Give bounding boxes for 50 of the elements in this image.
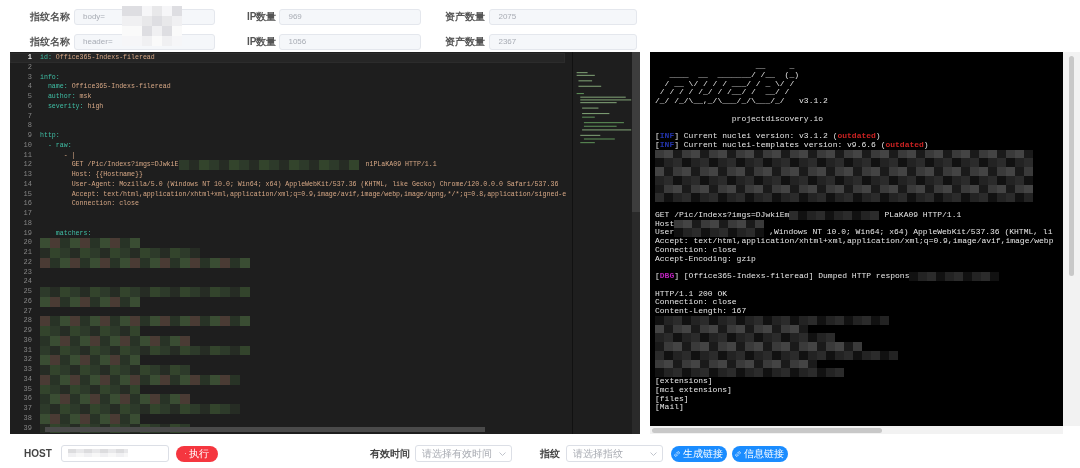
host-field[interactable] (60, 445, 169, 462)
scrollbar[interactable] (650, 426, 1063, 434)
terminal-line: [files] (655, 394, 689, 403)
field-label: 资产数量 (445, 34, 486, 49)
link-icon (735, 450, 742, 457)
chevron-down-icon (649, 451, 657, 456)
terminal-line: HTTP/1.1 200 OK (655, 289, 727, 299)
scrollbar[interactable] (1063, 52, 1080, 426)
terminal-line: __ _ (754, 62, 795, 71)
link-icon (674, 450, 681, 457)
minimap-drawing[interactable] (572, 52, 633, 434)
scrollbar[interactable] (632, 52, 640, 434)
field-label: IP数量 (247, 34, 277, 49)
field-label: 资产数量 (445, 9, 486, 24)
terminal-line: [INF] Current nuclei-templates version: v9.6.6 (outdated) (655, 140, 929, 150)
pixelated-mosaic-drawing (67, 449, 128, 458)
field-label: 有效时间 (369, 446, 410, 461)
terminal-line: ____ __ _______/ /__ (_) (668, 70, 800, 80)
terminal-line: ,Windows NT 10.0; Win64; x64) AppleWebKit/537.36 (KHTML, li (769, 228, 1053, 237)
terminal-line: Accept-Encoding: gzip (655, 254, 756, 264)
terminal-line: [DBG] [Office365-Indexs-fileread] Dumped HTTP respons (655, 272, 910, 281)
chevron-down-icon (498, 451, 506, 456)
terminal-line: [INF] Current nuclei version: v3.1.2 (outdated) (655, 132, 881, 140)
field-label: IP数量 (247, 9, 277, 24)
terminal-line: [Mail] (655, 403, 684, 412)
time-select[interactable]: 请选择有效时间 (414, 445, 512, 462)
terminal-line: Connection: close (655, 245, 737, 255)
terminal-line: projectdiscovery.io (730, 114, 824, 124)
scrollbar[interactable] (45, 427, 485, 432)
terminal-line: /_/ /_/\__,_/\___/_/\___/_/ v3.1.2 (655, 97, 828, 106)
field-label: HOST (24, 448, 52, 459)
field-label: 指纹名称 (30, 9, 70, 24)
terminal-line: Host (655, 219, 675, 229)
terminal-line: Content-Length: 167 (655, 307, 747, 316)
terminal-line: [extensions] (655, 377, 713, 385)
terminal-line: Accept: text/html,application/xhtml+xml,application/xml;q=0.9,image/avif,image/webp (655, 237, 1054, 245)
link-button[interactable]: 信息链接 (731, 445, 788, 462)
terminal-line: [mci extensions] (655, 385, 732, 394)
terminal-line: GET /Pic/Indexs?imgs=DJwkiEm (655, 210, 790, 220)
terminal-line: Connection: close (655, 298, 737, 307)
terminal-line: User (655, 228, 675, 237)
run-button[interactable]: 执行 (175, 445, 218, 462)
link-button[interactable]: 生成链接 (670, 445, 727, 462)
field-label: 指纹名称 (30, 34, 70, 49)
terminal-line: / __ \/ / / / ___/ / _ \/ / (663, 79, 795, 89)
terminal-line: PLaKA09 HTTP/1.1 (884, 210, 962, 220)
pixelated-mosaic-drawing (122, 6, 182, 48)
field-label: 指纹 (539, 446, 560, 461)
terminal-line: / / / / /_/ / /__/ / __/ / (658, 88, 790, 97)
fingerprint-select[interactable]: 请选择指纹 (565, 445, 663, 462)
